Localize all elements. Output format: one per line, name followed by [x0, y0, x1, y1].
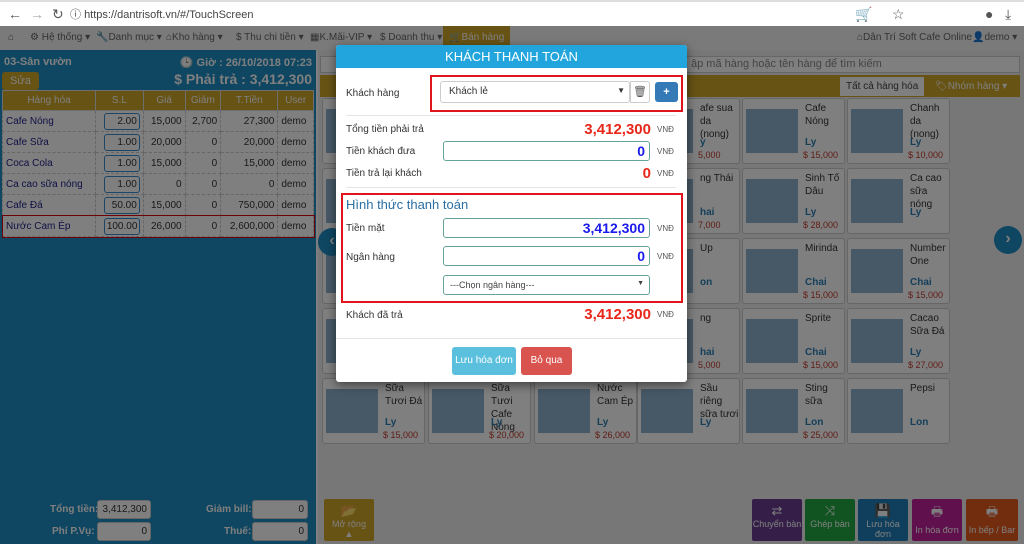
cash-input[interactable]: 3,412,300 [443, 218, 650, 238]
modal-title: KHÁCH THANH TOÁN [336, 45, 687, 68]
reload-icon[interactable]: ↻ [52, 6, 64, 23]
bank-label: Ngân hàng [346, 252, 395, 263]
given-input[interactable]: 0 [443, 141, 650, 161]
change-label: Tiền trả lại khách [346, 168, 422, 179]
forward-icon[interactable]: → [30, 6, 44, 22]
payment-modal: KHÁCH THANH TOÁN Khách hàng Khách lẻ ▼ 🗑 … [336, 45, 687, 382]
given-label: Tiền khách đưa [346, 146, 416, 157]
cancel-button[interactable]: Bỏ qua [521, 347, 572, 375]
paid-value: 3,412,300 [584, 306, 651, 323]
profile-icon[interactable]: ● [985, 6, 993, 22]
currency-label: VNĐ [657, 125, 674, 134]
save-invoice-button[interactable]: Lưu hóa đơn [452, 347, 516, 375]
customer-select[interactable]: Khách lẻ ▼ [440, 81, 630, 103]
address-bar[interactable]: ⓘ https://dantrisoft.vn/#/TouchScreen [70, 5, 830, 25]
bookmark-star-icon[interactable]: ☆ [892, 6, 905, 23]
customer-label: Khách hàng [346, 88, 400, 99]
total-due-value: 3,412,300 [584, 121, 651, 138]
currency-label: VNĐ [657, 224, 674, 233]
trash-icon[interactable]: 🗑 [630, 81, 650, 103]
add-customer-button[interactable]: + [655, 82, 678, 102]
currency-label: VNĐ [657, 310, 674, 319]
total-due-label: Tổng tiền phải trả [346, 124, 424, 135]
payment-method-title: Hình thức thanh toán [346, 197, 469, 212]
change-value: 0 [642, 165, 651, 182]
url-text: https://dantrisoft.vn/#/TouchScreen [84, 9, 254, 21]
bank-select[interactable]: ---Chọn ngân hàng--- ▼ [443, 275, 650, 295]
bank-input[interactable]: 0 [443, 246, 650, 266]
currency-label: VNĐ [657, 252, 674, 261]
cart-extension-icon[interactable]: 🛒 [855, 6, 872, 23]
download-icon[interactable]: ⤓ [1005, 6, 1011, 23]
paid-label: Khách đã trả [346, 310, 403, 321]
browser-toolbar: ← → ↻ ⓘ https://dantrisoft.vn/#/TouchScr… [0, 0, 1024, 26]
back-icon[interactable]: ← [8, 6, 22, 22]
currency-label: VNĐ [657, 169, 674, 178]
currency-label: VNĐ [657, 147, 674, 156]
cash-label: Tiền mặt [346, 223, 385, 234]
